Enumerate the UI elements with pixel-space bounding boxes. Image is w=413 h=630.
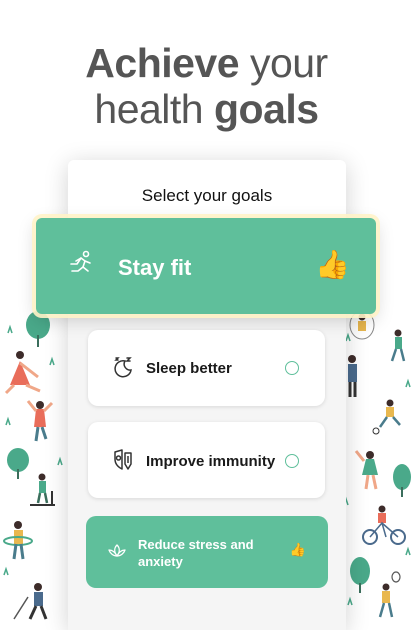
runner-icon [70,250,91,272]
jump-rope-person-icon [349,310,375,340]
scooter-person-icon [30,473,55,506]
thumbs-up-icon: 👍 [315,249,350,280]
goal-card-improve-immunity[interactable]: Improve immunity [88,422,325,498]
goal-label: Reduce stress and anxiety [138,537,254,569]
right-people-illustration [343,310,411,618]
left-people-illustration [3,311,63,620]
goal-radio[interactable] [285,454,299,468]
goal-radio[interactable] [285,361,299,375]
goal-card-sleep-better[interactable]: Sleep better [88,330,325,406]
headline-word-goals: goals [214,86,319,132]
tree-icon-3 [393,464,411,497]
tennis-player-icon [378,571,401,618]
moon-sleep-icon [114,357,132,378]
cyclist-icon [362,505,406,545]
goal-label: Improve immunity [146,453,276,470]
hiker-icon [13,583,48,620]
goal-label: Stay fit [118,255,192,280]
standing-man-icon [348,355,357,397]
tree-icon-4 [350,557,370,593]
shield-virus-icon [114,449,132,470]
soccer-player-icon [372,399,401,435]
goal-card-stay-fit[interactable]: Stay fit 👍 [36,218,376,314]
tree-icon [26,311,50,347]
lotus-icon [108,544,126,557]
goal-card-reduce-stress[interactable]: Reduce stress and anxiety 👍 [86,516,328,588]
dancer-woman-icon [354,450,378,490]
goal-label: Sleep better [146,360,232,377]
headline-word-health: health [94,86,204,132]
headline-word-your: your [249,40,328,86]
yoga-person-icon [4,351,41,395]
dancer-icon [26,400,54,442]
tree-icon-2 [7,448,29,479]
headline-word-achieve: Achieve [85,40,240,86]
headline: Achieve your health goals [0,40,413,132]
hula-person-icon [3,521,33,560]
select-goals-title: Select your goals [141,186,273,205]
runner-person-icon [390,329,406,362]
thumbs-up-icon: 👍 [289,542,306,557]
